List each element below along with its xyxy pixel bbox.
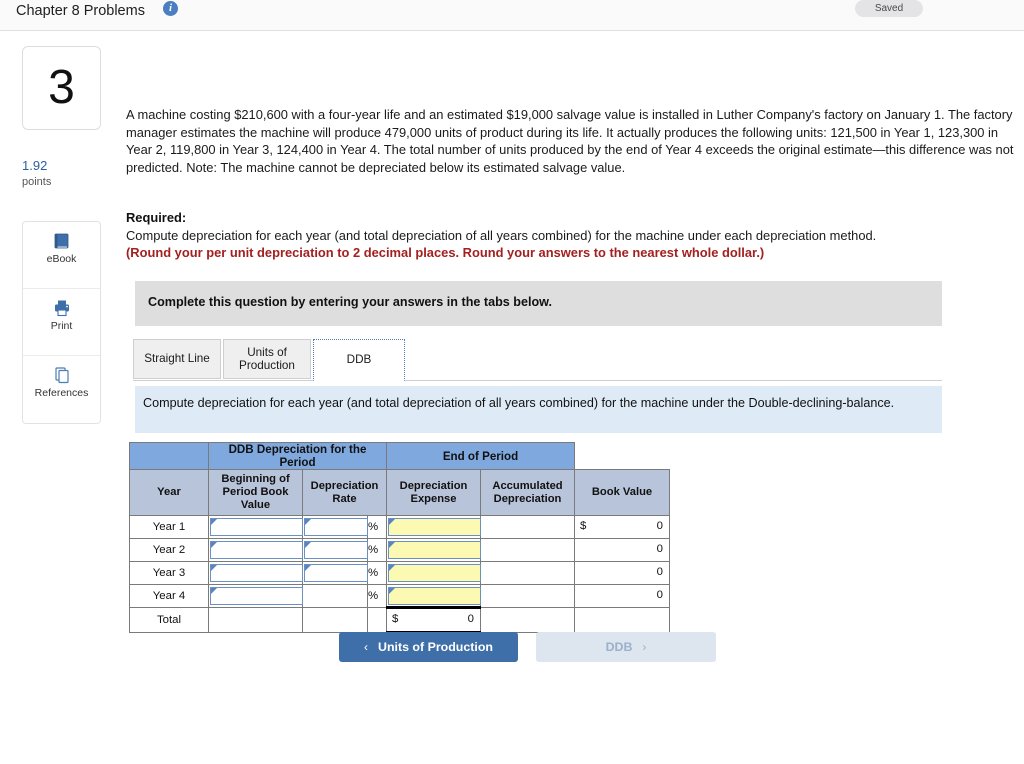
required-heading: Required: (126, 210, 187, 225)
cell-depreciation-rate-year-4 (302, 584, 368, 608)
tab-ddb[interactable]: DDB (313, 339, 405, 381)
total-book-value (574, 607, 670, 633)
info-icon[interactable]: i (163, 1, 178, 16)
book-value-year-3: 0 (656, 566, 663, 578)
table-row: Year 2 % 0 (129, 538, 670, 562)
page-title: Chapter 8 Problems (16, 3, 145, 19)
print-button[interactable]: Print (23, 298, 100, 356)
next-tab-button[interactable]: DDB › (536, 632, 716, 662)
col-header-year: Year (129, 469, 209, 516)
table-row: Year 1 % $ 0 (129, 515, 670, 539)
tab-bar: Straight Line Units of Production DDB (133, 339, 943, 381)
instruction-panel: Complete this question by entering your … (135, 281, 942, 326)
cell-accumulated-depreciation-year-1 (480, 515, 575, 539)
input-depreciation-rate-year-2[interactable] (304, 541, 368, 559)
total-depreciation-rate (302, 607, 368, 633)
row-label-year-1: Year 1 (129, 515, 209, 539)
rounding-note: (Round your per unit depreciation to 2 d… (126, 245, 765, 260)
table-total-row: Total $ 0 (129, 606, 670, 634)
row-label-year-4: Year 4 (129, 584, 209, 608)
input-depreciation-expense-year-4[interactable] (388, 586, 481, 605)
previous-tab-label: Units of Production (378, 640, 493, 654)
col-header-depreciation-expense: Depreciation Expense (386, 469, 481, 516)
group-header-blank (129, 442, 209, 470)
points-value: 1.92 (22, 158, 48, 173)
chevron-left-icon: ‹ (364, 640, 369, 654)
table-group-header-row: DDB Depreciation for the Period End of P… (129, 442, 670, 470)
total-beginning-book-value (208, 607, 303, 633)
total-accumulated-depreciation (480, 607, 575, 633)
table-row: Year 4 % 0 (129, 584, 670, 608)
tab-straight-line[interactable]: Straight Line (133, 339, 221, 379)
top-bar: Chapter 8 Problems i Saved (0, 0, 1024, 31)
tab-straight-line-label: Straight Line (144, 352, 210, 366)
input-beginning-book-value-year-3[interactable] (210, 564, 303, 582)
percent-symbol-year-2: % (367, 538, 387, 562)
tab-ddb-label: DDB (346, 353, 372, 367)
col-header-accumulated-depreciation: Accumulated Depreciation (480, 469, 575, 516)
tab-units-of-production-label: Units of Production (239, 345, 295, 373)
tab-panel: Compute depreciation for each year (and … (135, 386, 942, 433)
total-percent-cell (367, 607, 387, 633)
tab-panel-text: Compute depreciation for each year (and … (143, 396, 895, 410)
input-depreciation-expense-year-2[interactable] (388, 541, 481, 559)
tool-button-stack: eBook Print References (22, 221, 101, 424)
input-beginning-book-value-year-1[interactable] (210, 518, 303, 536)
ebook-button[interactable]: eBook (23, 231, 100, 289)
total-expense-dollar: $ (392, 613, 399, 625)
input-depreciation-expense-year-3[interactable] (388, 564, 481, 582)
input-depreciation-expense-year-1[interactable] (388, 518, 481, 536)
input-depreciation-rate-year-3[interactable] (304, 564, 368, 582)
row-label-year-2: Year 2 (129, 538, 209, 562)
cell-accumulated-depreciation-year-3 (480, 561, 575, 585)
input-depreciation-rate-year-1[interactable] (304, 518, 368, 536)
book-icon (52, 231, 72, 251)
tab-units-of-production[interactable]: Units of Production (223, 339, 311, 379)
question-body: A machine costing $210,600 with a four-y… (126, 107, 1014, 175)
tab-underline (133, 380, 942, 381)
group-header-end-of-period: End of Period (386, 442, 575, 470)
depreciation-table: DDB Depreciation for the Period End of P… (129, 442, 670, 634)
percent-symbol-year-3: % (367, 561, 387, 585)
copy-pages-icon (52, 365, 72, 385)
cell-accumulated-depreciation-year-2 (480, 538, 575, 562)
input-beginning-book-value-year-4[interactable] (210, 587, 303, 605)
group-header-period: DDB Depreciation for the Period (208, 442, 387, 470)
total-depreciation-expense-cell: $ 0 (386, 606, 481, 634)
references-label: References (34, 387, 89, 399)
printer-icon (52, 298, 72, 318)
total-row-label: Total (129, 607, 209, 633)
input-beginning-book-value-year-2[interactable] (210, 541, 303, 559)
chevron-right-icon: › (642, 640, 647, 654)
next-tab-label: DDB (605, 640, 633, 654)
total-expense-value: 0 (467, 613, 474, 625)
question-number-box: 3 (22, 46, 101, 130)
percent-symbol-year-4: % (367, 584, 387, 608)
ebook-label: eBook (46, 253, 77, 265)
question-number: 3 (48, 61, 75, 114)
instruction-text: Complete this question by entering your … (148, 295, 552, 309)
percent-symbol-year-1: % (367, 515, 387, 539)
book-value-year-2: 0 (656, 543, 663, 555)
book-value-year-1: 0 (656, 520, 663, 532)
col-header-depreciation-rate: Depreciation Rate (302, 469, 387, 516)
table-column-header-row: Year Beginning of Period Book Value Depr… (129, 469, 670, 516)
table-row: Year 3 % 0 (129, 561, 670, 585)
previous-tab-button[interactable]: ‹ Units of Production (339, 632, 518, 662)
cell-accumulated-depreciation-year-4 (480, 584, 575, 608)
col-header-book-value: Book Value (574, 469, 670, 516)
col-header-beginning-book-value: Beginning of Period Book Value (208, 469, 303, 516)
row-label-year-3: Year 3 (129, 561, 209, 585)
references-button[interactable]: References (23, 365, 100, 423)
required-text: Compute depreciation for each year (and … (126, 228, 877, 243)
print-label: Print (50, 320, 73, 332)
book-value-year-4: 0 (656, 589, 663, 601)
status-badge: Saved (855, 0, 923, 17)
points-label: points (22, 176, 52, 188)
book-value-dollar-year-1: $ (580, 520, 587, 532)
